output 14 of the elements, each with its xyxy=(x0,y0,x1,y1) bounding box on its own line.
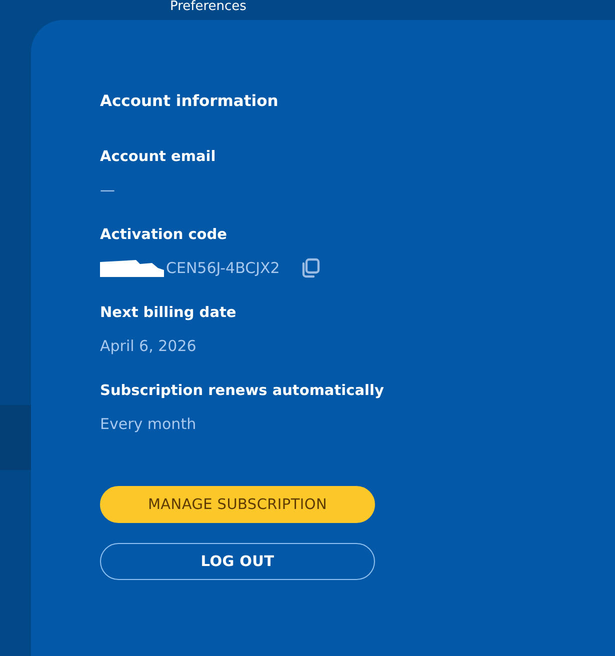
section-title: Account information xyxy=(100,91,278,111)
log-out-button[interactable]: LOG OUT xyxy=(100,543,375,580)
field-label: Next billing date xyxy=(100,304,236,323)
preferences-tab[interactable]: Preferences xyxy=(170,0,246,14)
field-value: Every month xyxy=(100,414,196,434)
field-label: Activation code xyxy=(100,226,227,245)
field-label: Subscription renews automatically xyxy=(100,382,384,401)
field-label: Account email xyxy=(100,148,216,167)
activation-code: CEN56J-4BCJX2 xyxy=(166,258,280,278)
sidebar-highlight xyxy=(0,405,31,470)
field-value: April 6, 2026 xyxy=(100,336,196,356)
copy-icon[interactable] xyxy=(300,258,320,278)
manage-subscription-button[interactable]: MANAGE SUBSCRIPTION xyxy=(100,486,375,523)
field-value: — xyxy=(100,180,115,200)
